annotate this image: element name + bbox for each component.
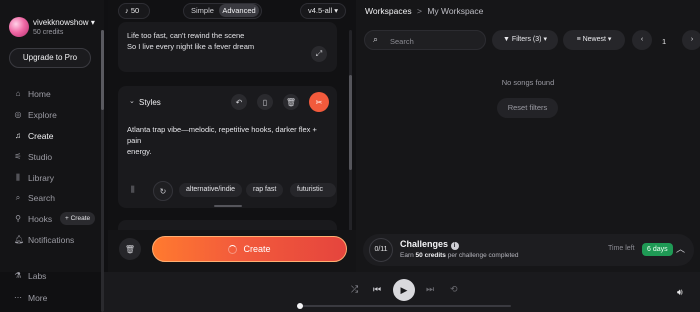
next-card bbox=[118, 220, 337, 230]
sidebar-item-studio[interactable]: ⚟ Studio bbox=[14, 150, 52, 164]
username[interactable]: vivekknowshow ▾ bbox=[33, 18, 95, 27]
search-input[interactable] bbox=[364, 30, 486, 50]
sidebar-scrollbar-thumb[interactable] bbox=[101, 30, 104, 110]
search-icon: ⌕ bbox=[15, 193, 21, 202]
styles-title: Styles bbox=[139, 98, 161, 107]
sidebar-item-more[interactable]: ⋯ More bbox=[14, 291, 47, 305]
breadcrumb-current: My Workspace bbox=[427, 6, 484, 16]
trash-icon[interactable]: 🗑︎ bbox=[283, 94, 299, 110]
time-left-label: Time left bbox=[608, 245, 635, 252]
model-select[interactable]: v4.5-all ▾ bbox=[300, 3, 346, 19]
music-note-icon: ♪ bbox=[125, 6, 129, 15]
skip-back-icon[interactable]: ⏮ bbox=[373, 284, 381, 295]
bell-icon: 🔔︎ bbox=[14, 235, 25, 244]
panel-scrollbar-thumb[interactable] bbox=[349, 75, 352, 170]
hooks-icon: ⚲ bbox=[15, 214, 21, 223]
undo-icon[interactable]: ↶ bbox=[231, 94, 247, 110]
home-icon: ⌂ bbox=[15, 89, 21, 98]
breadcrumb: Workspaces > My Workspace bbox=[365, 6, 484, 16]
empty-message: No songs found bbox=[501, 78, 555, 87]
sort-icon: ≡ bbox=[576, 36, 581, 43]
credits-label: 50 credits bbox=[33, 29, 64, 36]
challenges-title: Challenges i bbox=[400, 239, 459, 250]
breadcrumb-root[interactable]: Workspaces bbox=[365, 6, 412, 16]
loading-spinner-icon bbox=[228, 244, 238, 254]
bookmark-icon[interactable]: ▯ bbox=[257, 94, 273, 110]
shuffle-icon[interactable]: ⤮ bbox=[351, 284, 358, 295]
compass-icon: ◎ bbox=[14, 110, 22, 119]
mode-advanced[interactable]: Advanced bbox=[219, 4, 259, 17]
sidebar-item-notifications[interactable]: 🔔︎ Notifications bbox=[14, 233, 74, 247]
sort-select[interactable]: ≡ Newest ▾ bbox=[563, 30, 625, 50]
library-icon[interactable]: ⫼ bbox=[131, 185, 135, 195]
chevron-up-icon[interactable]: ︿ bbox=[676, 242, 685, 255]
style-tag[interactable]: rap fast bbox=[246, 183, 284, 197]
shuffle-refresh-icon[interactable]: ↻ bbox=[153, 181, 173, 201]
volume-icon[interactable]: 🔊︎ bbox=[677, 287, 683, 298]
hooks-create-button[interactable]: + Create bbox=[60, 212, 96, 225]
filter-icon: ▼ bbox=[503, 36, 510, 43]
time-left-badge: 6 days bbox=[642, 243, 673, 256]
studio-icon: ⚟ bbox=[14, 152, 22, 161]
magic-wand-icon[interactable]: ✂ bbox=[309, 92, 329, 112]
ellipsis-icon: ⋯ bbox=[14, 293, 22, 302]
progress-track[interactable] bbox=[299, 305, 511, 307]
chevron-down-icon: ▾ bbox=[607, 36, 612, 43]
next-page-button[interactable]: › bbox=[682, 30, 700, 50]
styles-text[interactable]: Atlanta trap vibe—melodic, repetitive ho… bbox=[127, 124, 332, 157]
trash-icon[interactable]: 🗑︎ bbox=[119, 238, 141, 260]
play-icon: ▶ bbox=[400, 285, 408, 295]
filters-button[interactable]: ▼ Filters (3) ▾ bbox=[492, 30, 558, 50]
sidebar-item-explore[interactable]: ◎ Explore bbox=[14, 108, 57, 122]
chevron-down-icon: ▾ bbox=[334, 6, 339, 15]
library-icon: ⫼ bbox=[16, 173, 20, 182]
play-button[interactable]: ▶ bbox=[393, 279, 415, 301]
lyrics-line[interactable]: Life too fast, can't rewind the scene bbox=[127, 31, 244, 40]
sidebar-item-hooks[interactable]: ⚲ Hooks bbox=[14, 212, 52, 226]
create-button[interactable]: Create bbox=[152, 236, 347, 262]
credits-pill[interactable]: ♪ 50 bbox=[118, 3, 150, 19]
repeat-icon[interactable]: ⟲ bbox=[450, 284, 458, 295]
style-tag[interactable]: futuristic bbox=[290, 183, 336, 197]
reset-filters-button[interactable]: Reset filters bbox=[497, 98, 558, 118]
chevron-right-icon: › bbox=[690, 36, 694, 43]
sidebar-item-library[interactable]: ⫼ Library bbox=[14, 171, 54, 185]
style-tag[interactable]: alternative/indie bbox=[179, 183, 243, 197]
avatar[interactable] bbox=[9, 17, 29, 37]
challenges-desc: Earn 50 credits per challenge completed bbox=[400, 252, 519, 259]
chevron-down-icon[interactable]: ▾ bbox=[91, 18, 95, 27]
info-icon[interactable]: i bbox=[450, 242, 459, 250]
progress-handle[interactable] bbox=[297, 303, 303, 309]
music-note-icon: ♫ bbox=[15, 131, 21, 140]
flask-icon: ⚗ bbox=[14, 271, 22, 280]
search-placeholder: Search bbox=[390, 37, 414, 46]
chevron-down-icon: ▾ bbox=[543, 36, 547, 43]
sidebar-item-search[interactable]: ⌕ Search bbox=[14, 191, 55, 205]
sidebar-item-labs[interactable]: ⚗ Labs bbox=[14, 269, 46, 283]
lyrics-line[interactable]: So I live every night like a fever dream bbox=[127, 42, 254, 51]
challenges-progress: 0/11 bbox=[369, 238, 393, 262]
resize-handle[interactable] bbox=[214, 205, 242, 207]
mode-simple[interactable]: Simple bbox=[191, 6, 214, 15]
upgrade-button[interactable]: Upgrade to Pro bbox=[9, 48, 91, 68]
search-icon: ⌕ bbox=[373, 34, 379, 44]
skip-forward-icon[interactable]: ⏭ bbox=[426, 284, 434, 295]
page-number: 1 bbox=[662, 37, 667, 46]
chevron-left-icon: ‹ bbox=[640, 36, 644, 43]
sidebar-item-create[interactable]: ♫ Create bbox=[14, 129, 54, 143]
chevron-down-icon[interactable]: ⌄ bbox=[129, 97, 135, 105]
prev-page-button[interactable]: ‹ bbox=[632, 30, 652, 50]
sidebar-item-home[interactable]: ⌂ Home bbox=[14, 87, 51, 101]
expand-icon[interactable]: ⤢ bbox=[311, 46, 327, 62]
